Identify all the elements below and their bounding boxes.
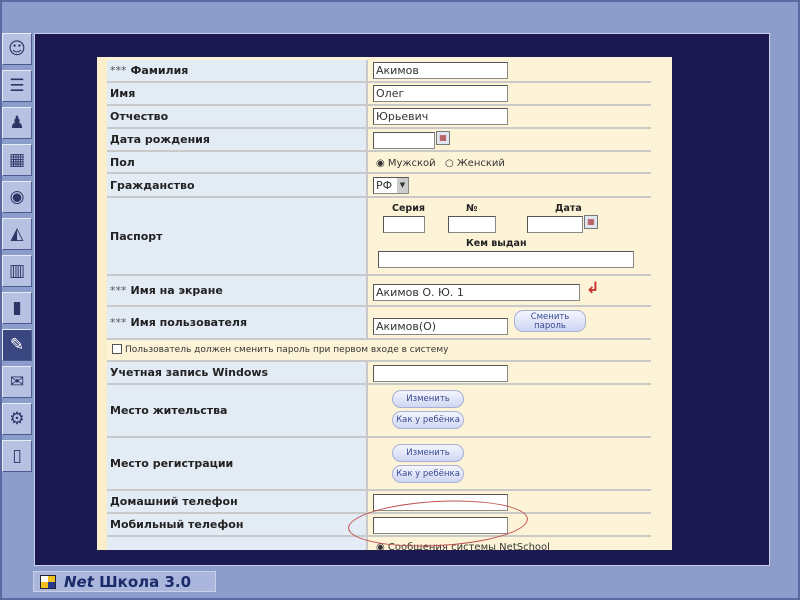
sidebar: ☺ ☰ ♟ ▦ ◉ ◭ ▥ ▮ ✎ ✉ ⚙ ▯: [2, 33, 32, 477]
mobile-phone-label: Мобильный телефон: [110, 518, 244, 531]
gender-radio-female[interactable]: ○ Женский: [445, 158, 505, 169]
row-passport: Паспорт Серия № Дата ▦ Кем выдан: [107, 198, 651, 276]
patronymic-input[interactable]: Юрьевич: [373, 108, 508, 125]
female-label: Женский: [456, 158, 505, 169]
mailbox-icon[interactable]: ✉: [2, 366, 32, 398]
row-username: *** Имя пользователя Акимов(О) Сменить пар…: [107, 307, 651, 340]
user-form: *** Фамилия Акимов Имя Олег Отчество Юрье…: [97, 57, 672, 550]
username-label: Имя пользователя: [130, 316, 248, 329]
birthdate-input[interactable]: [373, 132, 435, 149]
citizenship-select[interactable]: РФ ▼: [373, 177, 409, 194]
male-label: Мужской: [387, 158, 436, 169]
app-logo: Net Школа 3.0: [33, 571, 216, 592]
row-must-change: Пользователь должен сменить пароль при п…: [107, 340, 651, 362]
username-input[interactable]: Акимов(О): [373, 318, 508, 335]
screen-name-label: Имя на экране: [130, 284, 223, 297]
calendar-icon[interactable]: ▦: [436, 131, 450, 145]
row-citizenship: Гражданство РФ ▼: [107, 174, 651, 198]
passport-label: Паспорт: [110, 229, 163, 243]
home-phone-label: Домашний телефон: [110, 495, 238, 508]
required-mark: ***: [110, 64, 127, 77]
residence-as-child-button[interactable]: Как у ребёнка: [392, 411, 464, 429]
registration-label: Место регистрации: [110, 457, 234, 470]
birthdate-label: Дата рождения: [110, 133, 210, 146]
teacher-icon[interactable]: ☺: [2, 33, 32, 65]
logo-icon: [40, 574, 56, 589]
document-icon[interactable]: ☰: [2, 70, 32, 102]
number-label: №: [466, 203, 478, 214]
surname-input[interactable]: Акимов: [373, 62, 508, 79]
passport-date-input[interactable]: [527, 216, 583, 233]
change-password-button[interactable]: Сменить пароль: [514, 310, 586, 332]
row-windows: Учетная запись Windows: [107, 362, 651, 385]
date-label: Дата: [555, 203, 582, 214]
disc-icon[interactable]: ◉: [2, 181, 32, 213]
gender-radio-male[interactable]: ◉ Мужской: [376, 158, 436, 169]
settings-icon[interactable]: ⚙: [2, 403, 32, 435]
undo-arrow-icon[interactable]: ↲: [586, 278, 599, 297]
schedule-icon[interactable]: ▦: [2, 144, 32, 176]
must-change-label: Пользователь должен сменить пароль при п…: [125, 345, 449, 355]
windows-account-input[interactable]: [373, 365, 508, 382]
residence-edit-button[interactable]: Изменить: [392, 390, 464, 408]
must-change-checkbox[interactable]: [112, 344, 122, 354]
row-screen-name: *** Имя на экране Акимов О. Ю. 1 ↲: [107, 276, 651, 307]
name-label: Имя: [110, 87, 136, 100]
residence-label: Место жительства: [110, 404, 228, 417]
registration-as-child-button[interactable]: Как у ребёнка: [392, 465, 464, 483]
name-input[interactable]: Олег: [373, 85, 508, 102]
patronymic-label: Отчество: [110, 110, 169, 123]
journal-icon[interactable]: ▥: [2, 255, 32, 287]
row-birthdate: Дата рождения ▦: [107, 129, 651, 152]
notes-icon[interactable]: ✎: [2, 329, 32, 361]
passport-number-input[interactable]: [448, 216, 496, 233]
series-label: Серия: [392, 203, 425, 214]
chevron-down-icon: ▼: [397, 178, 408, 193]
row-name: Имя Олег: [107, 83, 651, 106]
windows-label: Учетная запись Windows: [110, 366, 269, 379]
bell-icon[interactable]: ◭: [2, 218, 32, 250]
gender-label: Пол: [110, 155, 135, 169]
screen-name-input[interactable]: Акимов О. Ю. 1: [373, 284, 580, 301]
row-patronymic: Отчество Юрьевич: [107, 106, 651, 129]
class-icon[interactable]: ♟: [2, 107, 32, 139]
logo-net: Net: [64, 572, 94, 591]
row-gender: Пол ◉ Мужской ○ Женский: [107, 152, 651, 174]
calendar-icon[interactable]: ▦: [584, 215, 598, 229]
issued-by-label: Кем выдан: [466, 238, 527, 249]
registration-edit-button[interactable]: Изменить: [392, 444, 464, 462]
passport-issued-by-input[interactable]: [378, 251, 634, 268]
logo-school: Школа 3.0: [99, 572, 192, 591]
citizenship-value: РФ: [376, 179, 393, 192]
required-mark: ***: [110, 284, 127, 297]
required-mark: ***: [110, 316, 127, 329]
surname-label: Фамилия: [130, 64, 189, 77]
citizenship-label: Гражданство: [110, 178, 195, 192]
exit-door-icon[interactable]: ▯: [2, 440, 32, 472]
row-registration: Место регистрации Изменить Как у ребёнка: [107, 438, 651, 491]
passport-series-input[interactable]: [383, 216, 425, 233]
reports-icon[interactable]: ▮: [2, 292, 32, 324]
row-residence: Место жительства Изменить Как у ребёнка: [107, 385, 651, 438]
row-surname: *** Фамилия Акимов: [107, 60, 651, 83]
